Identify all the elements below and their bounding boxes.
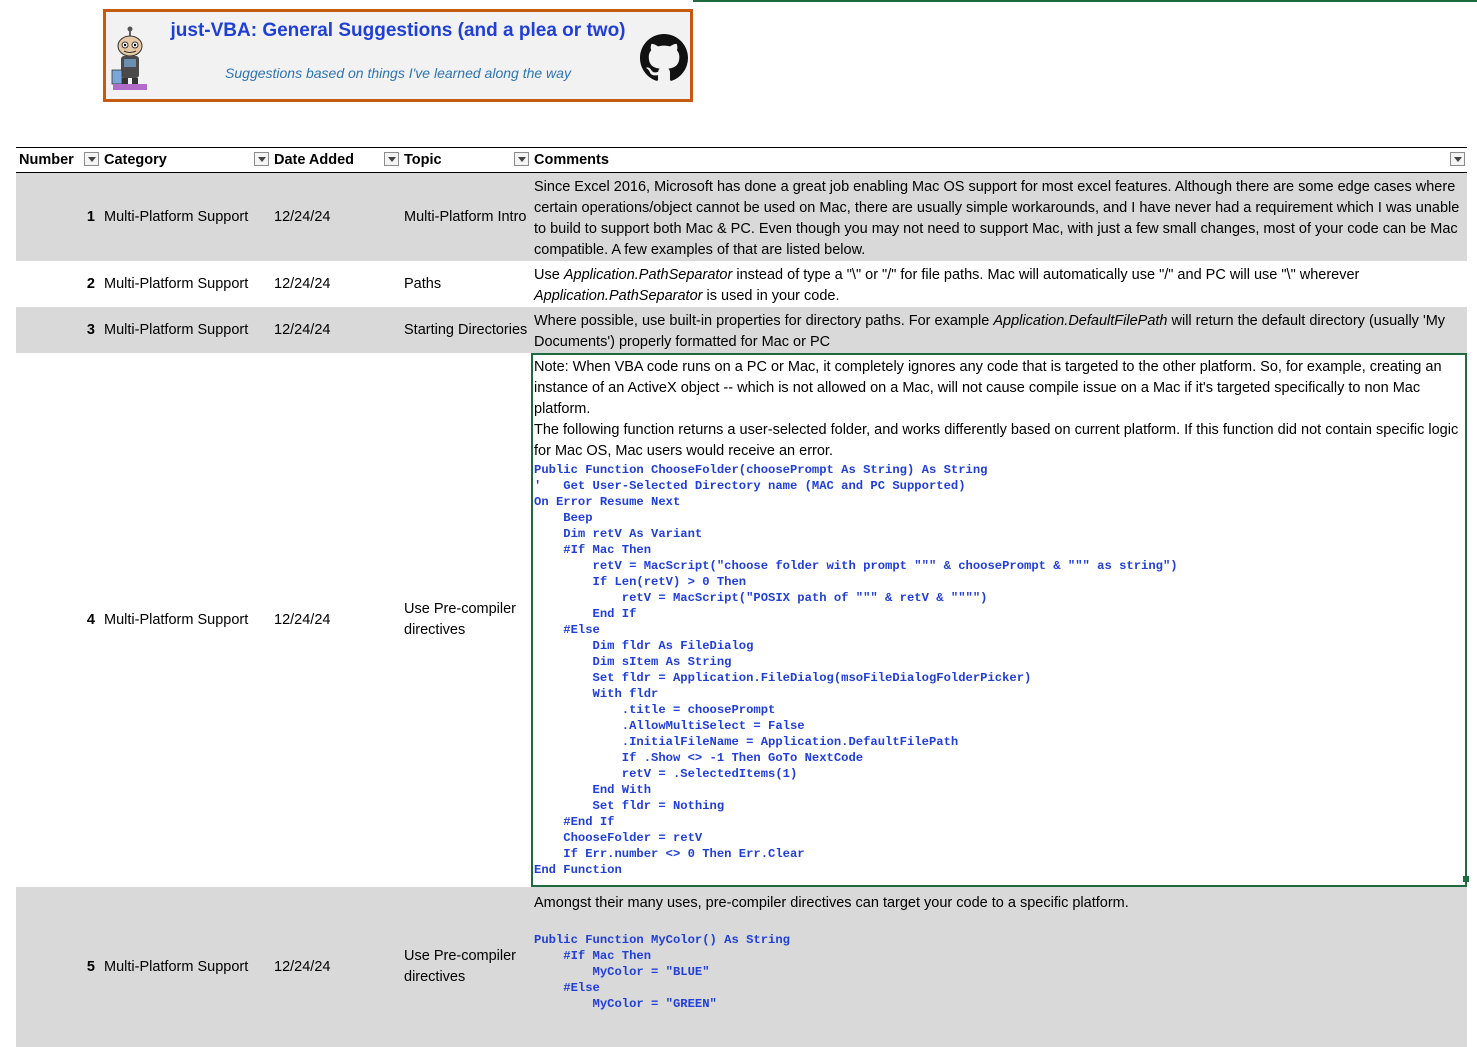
table-row-selected[interactable]: 4 Multi-Platform Support 12/24/24 Use Pr… bbox=[16, 353, 1467, 887]
cell-comment[interactable]: Amongst their many uses, pre-compiler di… bbox=[531, 887, 1467, 1047]
code-block: Public Function MyColor() As String #If … bbox=[534, 933, 790, 1011]
cell-date[interactable]: 12/24/24 bbox=[271, 172, 401, 261]
table-row[interactable]: 5 Multi-Platform Support 12/24/24 Use Pr… bbox=[16, 887, 1467, 1047]
avatar-icon bbox=[111, 26, 147, 90]
filter-dropdown-number[interactable] bbox=[84, 152, 99, 166]
selection-fill-handle[interactable] bbox=[1463, 876, 1469, 882]
cell-comment[interactable]: Where possible, use built-in properties … bbox=[531, 307, 1467, 353]
suggestions-table: Number Category Date Added Topic Comment… bbox=[16, 147, 1467, 1047]
cell-topic[interactable]: Starting Directories bbox=[401, 307, 531, 353]
header-category: Category bbox=[101, 147, 271, 173]
cell-comment[interactable]: Use Application.PathSeparator instead of… bbox=[531, 261, 1467, 307]
cell-comment[interactable]: Since Excel 2016, Microsoft has done a g… bbox=[531, 172, 1467, 261]
table-row[interactable]: 2 Multi-Platform Support 12/24/24 Paths … bbox=[16, 261, 1467, 307]
header-date-added: Date Added bbox=[271, 147, 401, 173]
table-row[interactable]: 3 Multi-Platform Support 12/24/24 Starti… bbox=[16, 307, 1467, 353]
table-row[interactable]: 1 Multi-Platform Support 12/24/24 Multi-… bbox=[16, 172, 1467, 261]
cell-topic[interactable]: Paths bbox=[401, 261, 531, 307]
header-comments: Comments bbox=[531, 147, 1467, 173]
cell-category[interactable]: Multi-Platform Support bbox=[101, 172, 271, 261]
cell-topic[interactable]: Use Pre-compiler directives bbox=[401, 887, 531, 1047]
cell-date[interactable]: 12/24/24 bbox=[271, 307, 401, 353]
cell-category[interactable]: Multi-Platform Support bbox=[101, 261, 271, 307]
banner-subtitle: Suggestions based on things I've learned… bbox=[225, 65, 571, 81]
cell-number[interactable]: 4 bbox=[16, 353, 101, 887]
cell-topic[interactable]: Multi-Platform Intro bbox=[401, 172, 531, 261]
cell-number[interactable]: 3 bbox=[16, 307, 101, 353]
cell-category[interactable]: Multi-Platform Support bbox=[101, 887, 271, 1047]
cell-date[interactable]: 12/24/24 bbox=[271, 353, 401, 887]
code-block: Public Function ChooseFolder(choosePromp… bbox=[534, 463, 1178, 877]
comment-note: Note: When VBA code runs on a PC or Mac,… bbox=[534, 359, 1442, 417]
cell-date[interactable]: 12/24/24 bbox=[271, 261, 401, 307]
github-icon[interactable] bbox=[640, 30, 688, 86]
cell-category[interactable]: Multi-Platform Support bbox=[101, 307, 271, 353]
cell-date[interactable]: 12/24/24 bbox=[271, 887, 401, 1047]
filter-dropdown-category[interactable] bbox=[254, 152, 269, 166]
table-header-row: Number Category Date Added Topic Comment… bbox=[16, 147, 1467, 173]
comment-note: Amongst their many uses, pre-compiler di… bbox=[534, 895, 1129, 911]
filter-dropdown-topic[interactable] bbox=[514, 152, 529, 166]
banner-title: just-VBA: General Suggestions (and a ple… bbox=[170, 20, 626, 41]
header-banner: just-VBA: General Suggestions (and a ple… bbox=[103, 9, 693, 102]
sheet-top-rule bbox=[693, 0, 1477, 2]
cell-number[interactable]: 1 bbox=[16, 172, 101, 261]
comment-description: The following function returns a user-se… bbox=[534, 422, 1459, 459]
cell-topic[interactable]: Use Pre-compiler directives bbox=[401, 353, 531, 887]
filter-dropdown-date[interactable] bbox=[384, 152, 399, 166]
header-number: Number bbox=[16, 147, 101, 173]
cell-number[interactable]: 5 bbox=[16, 887, 101, 1047]
filter-dropdown-comments[interactable] bbox=[1450, 152, 1465, 166]
cell-comment-active[interactable]: Note: When VBA code runs on a PC or Mac,… bbox=[531, 353, 1467, 887]
header-topic: Topic bbox=[401, 147, 531, 173]
cell-number[interactable]: 2 bbox=[16, 261, 101, 307]
cell-category[interactable]: Multi-Platform Support bbox=[101, 353, 271, 887]
